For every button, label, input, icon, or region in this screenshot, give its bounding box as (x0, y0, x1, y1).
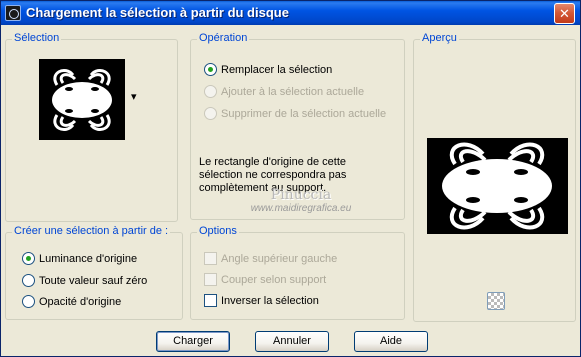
radio-indicator[interactable] (22, 295, 35, 308)
checkbox-indicator[interactable] (204, 294, 217, 307)
operation-group-label: Opération (197, 32, 250, 44)
selection-thumbnail-image (39, 59, 125, 140)
dialog-window: Chargement la sélection à partir du disq… (0, 0, 581, 357)
radio-label: Luminance d'origine (39, 252, 138, 265)
radio-label: Remplacer la sélection (221, 63, 333, 76)
radio-indicator (204, 85, 217, 98)
checkbox-label: Angle supérieur gauche (221, 252, 338, 265)
radio-label: Supprimer de la sélection actuelle (221, 107, 387, 120)
selection-group: Sélection ▾ (5, 32, 178, 222)
radio-original-opacity[interactable]: Opacité d'origine (22, 295, 121, 308)
preview-image (427, 138, 568, 234)
checkbox-label: Inverser la sélection (221, 294, 319, 307)
preview-image-graphic (427, 138, 568, 234)
checkbox-indicator (204, 273, 217, 286)
title-bar[interactable]: Chargement la sélection à partir du disq… (1, 1, 580, 25)
watermark-name: Pinuccia (270, 187, 332, 203)
window-title: Chargement la sélection à partir du disq… (26, 5, 289, 20)
checkbox-label: Couper selon support (221, 273, 327, 286)
selection-group-label: Sélection (12, 32, 62, 44)
radio-indicator[interactable] (22, 274, 35, 287)
radio-indicator (204, 107, 217, 120)
radio-add-selection: Ajouter à la sélection actuelle (204, 85, 364, 98)
app-icon (5, 5, 21, 21)
checkbox-invert-selection[interactable]: Inverser la sélection (204, 294, 319, 307)
create-from-group-label: Créer une sélection à partir de : (12, 225, 171, 237)
watermark-url: www.maidiregrafica.eu (250, 203, 352, 214)
radio-label: Ajouter à la sélection actuelle (221, 85, 365, 98)
radio-indicator[interactable] (22, 252, 35, 265)
radio-subtract-selection: Supprimer de la sélection actuelle (204, 107, 386, 120)
load-button[interactable]: Charger (156, 331, 230, 352)
selection-thumbnail[interactable] (39, 59, 125, 140)
help-button[interactable]: Aide (354, 331, 428, 352)
note-line: Le rectangle d'origine de cette (199, 156, 347, 168)
radio-label: Opacité d'origine (39, 295, 122, 308)
chevron-down-icon[interactable]: ▾ (131, 92, 137, 103)
note-line: sélection ne correspondra pas (199, 169, 347, 181)
checkbox-indicator (204, 252, 217, 265)
close-button[interactable]: ✕ (554, 3, 575, 24)
radio-replace-selection[interactable]: Remplacer la sélection (204, 63, 332, 76)
checkbox-top-left-corner: Angle supérieur gauche (204, 252, 337, 265)
transparency-toggle-icon[interactable] (487, 292, 505, 310)
cancel-button[interactable]: Annuler (255, 331, 329, 352)
preview-group-label: Aperçu (420, 32, 459, 44)
watermark: Pinuccia www.maidiregrafica.eu (221, 187, 381, 215)
options-group: Options Angle supérieur gauche Couper se… (190, 225, 405, 320)
create-from-group: Créer une sélection à partir de : Lumina… (5, 225, 183, 320)
radio-label: Toute valeur sauf zéro (39, 274, 148, 287)
options-group-label: Options (197, 225, 239, 237)
radio-any-nonzero[interactable]: Toute valeur sauf zéro (22, 274, 147, 287)
preview-group: Aperçu (413, 32, 576, 322)
checkbox-crop-to-canvas: Couper selon support (204, 273, 326, 286)
radio-original-luminance[interactable]: Luminance d'origine (22, 252, 137, 265)
radio-indicator[interactable] (204, 63, 217, 76)
